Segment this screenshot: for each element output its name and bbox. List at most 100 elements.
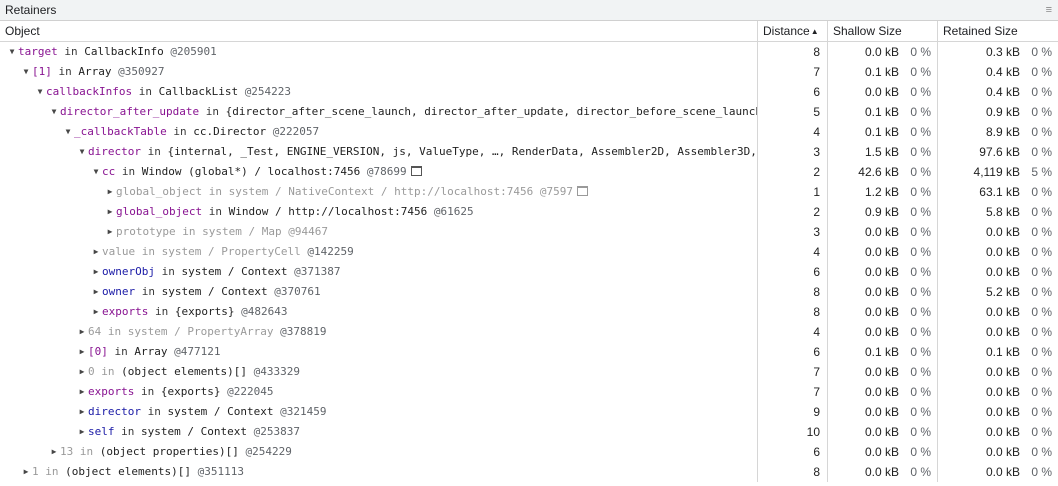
retained-size-percent: 0 % <box>1031 365 1052 379</box>
retained-size-percent: 0 % <box>1031 465 1052 479</box>
object-id: @371387 <box>294 265 341 278</box>
expand-right-icon[interactable]: ▶ <box>90 282 102 302</box>
column-header-object[interactable]: Object <box>0 21 758 41</box>
distance-cell: 6 <box>758 82 828 102</box>
retainers-panel: Retainers ≡ Object Distance▲ Shallow Siz… <box>0 0 1058 486</box>
expand-down-icon[interactable]: ▼ <box>76 142 88 162</box>
in-keyword: in <box>57 45 85 58</box>
column-header-shallow-size[interactable]: Shallow Size <box>828 21 938 41</box>
object-id: @142259 <box>307 245 354 258</box>
table-row[interactable]: ▶ exports in {exports} @222045 7 0.0 kB 0 % 0… <box>0 382 1058 402</box>
object-cell: ▶ director in system / Context @321459 <box>0 402 758 422</box>
column-header-retained-size[interactable]: Retained Size <box>938 21 1058 41</box>
table-row[interactable]: ▶ 64 in system / PropertyArray @378819 4 0.… <box>0 322 1058 342</box>
retainer-class: (object elements)[] <box>121 365 254 378</box>
expand-down-icon[interactable]: ▼ <box>62 122 74 142</box>
table-row[interactable]: ▼ callbackInfos in CallbackList @254223 6 0… <box>0 82 1058 102</box>
table-row[interactable]: ▼ director_after_update in {director_afte… <box>0 102 1058 122</box>
expand-right-icon[interactable]: ▶ <box>90 262 102 282</box>
property-name: cc <box>102 165 116 178</box>
expand-down-icon[interactable]: ▼ <box>90 162 102 182</box>
table-row[interactable]: ▶ global_object in Window / http://localh… <box>0 202 1058 222</box>
object-id: @78699 <box>366 165 407 178</box>
retainer-class: system / Context <box>161 285 275 298</box>
table-row[interactable]: ▶ 0 in (object elements)[] @433329 7 0.0 kB… <box>0 362 1058 382</box>
property-name: [1] <box>32 65 52 78</box>
shallow-size-cell: 0.0 kB 0 % <box>828 362 938 382</box>
expand-down-icon[interactable]: ▼ <box>20 62 32 82</box>
retained-size-value: 0.0 kB <box>985 405 1020 419</box>
retained-size-value: 0.0 kB <box>985 365 1020 379</box>
retainer-class: system / PropertyCell <box>161 245 308 258</box>
shallow-size-value: 0.1 kB <box>864 125 899 139</box>
retained-size-percent: 0 % <box>1031 105 1052 119</box>
expand-right-icon[interactable]: ▶ <box>76 382 88 402</box>
table-row[interactable]: ▶ director in system / Context @321459 9 0.… <box>0 402 1058 422</box>
expand-right-icon[interactable]: ▶ <box>76 322 88 342</box>
shallow-size-percent: 0 % <box>910 105 931 119</box>
expand-right-icon[interactable]: ▶ <box>90 302 102 322</box>
panel-menu-icon[interactable]: ≡ <box>1046 4 1052 16</box>
retained-size-value: 97.6 kB <box>979 145 1020 159</box>
object-cell: ▶ ownerObj in system / Context @371387 <box>0 262 758 282</box>
expand-down-icon[interactable]: ▼ <box>48 102 60 122</box>
object-id: @370761 <box>274 285 321 298</box>
shallow-size-percent: 0 % <box>910 245 931 259</box>
object-id: @433329 <box>253 365 300 378</box>
property-name: director <box>88 145 141 158</box>
retained-size-cell: 0.9 kB 0 % <box>938 102 1058 122</box>
shallow-size-cell: 0.0 kB 0 % <box>828 242 938 262</box>
distance-cell: 8 <box>758 462 828 482</box>
table-row[interactable]: ▼ _callbackTable in cc.Director @222057 4 0… <box>0 122 1058 142</box>
expand-right-icon[interactable]: ▶ <box>104 182 116 202</box>
property-name: owner <box>102 285 136 298</box>
retainer-class: Array <box>134 345 175 358</box>
table-row[interactable]: ▼ cc in Window (global*) / localhost:7456… <box>0 162 1058 182</box>
retained-size-percent: 0 % <box>1031 285 1052 299</box>
shallow-size-cell: 0.0 kB 0 % <box>828 462 938 482</box>
table-row[interactable]: ▶ ownerObj in system / Context @371387 6 0.… <box>0 262 1058 282</box>
expand-right-icon[interactable]: ▶ <box>76 402 88 422</box>
expand-right-icon[interactable]: ▶ <box>76 422 88 442</box>
table-row[interactable]: ▼ director in {internal, _Test, ENGINE_VE… <box>0 142 1058 162</box>
object-id: @254223 <box>244 85 292 98</box>
shallow-size-percent: 0 % <box>910 325 931 339</box>
object-id: @254229 <box>245 445 292 458</box>
object-id: @378819 <box>280 325 327 338</box>
expand-right-icon[interactable]: ▶ <box>104 202 116 222</box>
table-row[interactable]: ▶ global_object in system / NativeContext… <box>0 182 1058 202</box>
retained-size-cell: 97.6 kB 0 % <box>938 142 1058 162</box>
shallow-size-value: 0.0 kB <box>864 85 899 99</box>
column-header-distance[interactable]: Distance▲ <box>758 21 828 41</box>
in-keyword: in <box>51 65 79 78</box>
table-row[interactable]: ▶ owner in system / Context @370761 8 0.0 k… <box>0 282 1058 302</box>
object-cell: ▶ exports in {exports} @222045 <box>0 382 758 402</box>
expand-right-icon[interactable]: ▶ <box>90 242 102 262</box>
expand-right-icon[interactable]: ▶ <box>104 222 116 242</box>
distance-cell: 6 <box>758 262 828 282</box>
expand-right-icon[interactable]: ▶ <box>76 342 88 362</box>
expand-right-icon[interactable]: ▶ <box>20 462 32 482</box>
shallow-size-value: 0.9 kB <box>864 205 899 219</box>
table-row[interactable]: ▶ prototype in system / Map @94467 3 0.0 kB… <box>0 222 1058 242</box>
table-row[interactable]: ▼ target in CallbackInfo @205901 8 0.0 kB 0 … <box>0 42 1058 62</box>
expand-right-icon[interactable]: ▶ <box>76 362 88 382</box>
table-row[interactable]: ▶ 13 in (object properties)[] @254229 6 0.0… <box>0 442 1058 462</box>
table-row[interactable]: ▶ [0] in Array @477121 6 0.1 kB 0 % 0.1 kB 0 % <box>0 342 1058 362</box>
expand-right-icon[interactable]: ▶ <box>48 442 60 462</box>
retained-size-percent: 0 % <box>1031 345 1052 359</box>
shallow-size-percent: 0 % <box>910 425 931 439</box>
expand-down-icon[interactable]: ▼ <box>6 42 18 62</box>
table-row[interactable]: ▶ 1 in (object elements)[] @351113 8 0.0 kB… <box>0 462 1058 482</box>
retainer-class: system / Map <box>202 225 289 238</box>
table-row[interactable]: ▶ value in system / PropertyCell @142259 4… <box>0 242 1058 262</box>
table-row[interactable]: ▼ [1] in Array @350927 7 0.1 kB 0 % 0.4 kB 0 % <box>0 62 1058 82</box>
distance-cell: 7 <box>758 362 828 382</box>
object-id: @477121 <box>174 345 221 358</box>
table-row[interactable]: ▶ exports in {exports} @482643 8 0.0 kB 0 % 0… <box>0 302 1058 322</box>
table-row[interactable]: ▶ self in system / Context @253837 10 0.0 k… <box>0 422 1058 442</box>
retained-size-percent: 0 % <box>1031 225 1052 239</box>
retained-size-value: 0.9 kB <box>985 105 1020 119</box>
object-cell: ▼ _callbackTable in cc.Director @222057 <box>0 122 758 142</box>
expand-down-icon[interactable]: ▼ <box>34 82 46 102</box>
